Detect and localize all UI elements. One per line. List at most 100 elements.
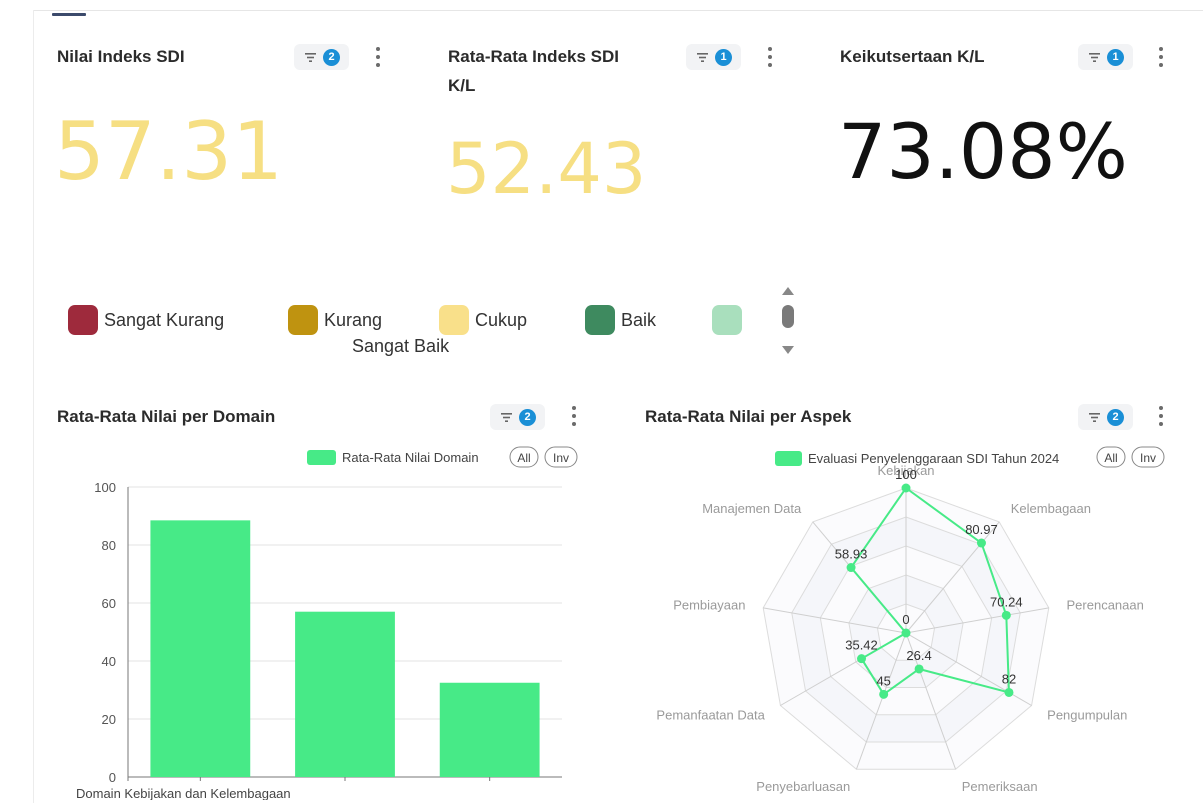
- radar-value-label: 100: [895, 467, 917, 482]
- legend-inv-button[interactable]: Inv: [544, 446, 578, 468]
- legend-item-sangat-kurang[interactable]: Sangat Kurang: [68, 305, 224, 335]
- more-options-icon[interactable]: [571, 406, 577, 426]
- card-title-rata-rata-line1: Rata-Rata Indeks SDI: [448, 47, 619, 66]
- svg-text:All: All: [1104, 451, 1117, 465]
- top-divider: [34, 10, 1203, 11]
- radar-axis-label: Pengumpulan: [1047, 708, 1127, 723]
- radar-point[interactable]: [879, 689, 889, 699]
- legend-swatch: [712, 305, 742, 335]
- legend-inv-button[interactable]: Inv: [1131, 446, 1165, 468]
- legend-item-sangat-baik-label[interactable]: Sangat Baik: [352, 336, 449, 357]
- filter-count-badge: 1: [1107, 48, 1124, 66]
- legend-all-button[interactable]: All: [509, 446, 539, 468]
- radar-axis-label: Manajemen Data: [702, 501, 802, 516]
- filter-icon: [1089, 412, 1100, 422]
- filter-button-card2[interactable]: 1: [686, 44, 741, 70]
- radar-point[interactable]: [1004, 687, 1014, 697]
- svg-text:Inv: Inv: [1140, 451, 1156, 465]
- legend-label: Cukup: [475, 309, 528, 330]
- legend-all-button[interactable]: All: [1096, 446, 1126, 468]
- filter-button-aspek[interactable]: 2: [1078, 404, 1133, 430]
- legend-item-baik[interactable]: Baik: [585, 305, 656, 335]
- more-options-icon[interactable]: [767, 47, 773, 67]
- bar[interactable]: [439, 682, 540, 777]
- bar[interactable]: [295, 611, 395, 777]
- bar-legend[interactable]: Rata-Rata Nilai Domain All Inv: [307, 446, 578, 468]
- legend-item-cukup[interactable]: Cukup: [439, 305, 527, 335]
- filter-button-card3[interactable]: 1: [1078, 44, 1133, 70]
- y-tick-label: 80: [102, 538, 116, 553]
- legend-label: Sangat Baik: [352, 336, 450, 356]
- radar-value-label: 58.93: [835, 547, 868, 562]
- radar-value-label: 0: [902, 612, 909, 627]
- scroll-thumb[interactable]: [782, 305, 794, 328]
- svg-text:Inv: Inv: [553, 451, 569, 465]
- filter-icon: [305, 52, 316, 62]
- radar-point[interactable]: [901, 483, 911, 493]
- filter-count-badge: 2: [1107, 408, 1124, 426]
- card-title-nilai-indeks: Nilai Indeks SDI: [57, 47, 185, 66]
- card-value-keikutsertaan: 73.08%: [838, 107, 1128, 196]
- radar-axis-label: Pembiayaan: [673, 598, 745, 613]
- legend-swatch: [439, 305, 469, 335]
- legend-swatch: [775, 451, 802, 466]
- radar-axis-label: Pemanfaatan Data: [656, 708, 765, 723]
- filter-count-badge: 1: [715, 48, 732, 66]
- legend-scroll-control[interactable]: [779, 284, 797, 358]
- legend-swatch: [68, 305, 98, 335]
- radar-point[interactable]: [901, 628, 911, 638]
- legend-label: Evaluasi Penyelenggaraan SDI Tahun 2024: [808, 451, 1059, 466]
- active-tab-indicator: [52, 13, 86, 16]
- legend-label: Rata-Rata Nilai Domain: [342, 450, 479, 465]
- radar-axis-label: Penyebarluasan: [756, 779, 850, 794]
- card-title-keikutsertaan: Keikutsertaan K/L: [840, 47, 985, 66]
- radar-point[interactable]: [1001, 610, 1011, 620]
- radar-axis-label: Kelembagaan: [1011, 501, 1091, 516]
- filter-button-card1[interactable]: 2: [294, 44, 349, 70]
- y-tick-label: 40: [102, 654, 116, 669]
- legend-label: Baik: [621, 309, 657, 330]
- legend-swatch: [585, 305, 615, 335]
- radar-point[interactable]: [857, 654, 867, 664]
- radar-value-label: 80.97: [965, 522, 998, 537]
- scroll-up-icon[interactable]: [782, 287, 794, 295]
- radar-value-label: 82: [1002, 671, 1016, 686]
- y-tick-label: 0: [109, 770, 116, 785]
- radar-value-label: 70.24: [990, 594, 1023, 609]
- legend-item-sangat-baik-swatch[interactable]: [712, 305, 748, 335]
- radar-value-label: 35.42: [845, 638, 878, 653]
- radar-value-label: 26.4: [906, 648, 931, 663]
- y-tick-label: 20: [102, 712, 116, 727]
- legend-item-kurang[interactable]: Kurang: [288, 305, 382, 335]
- radar-point[interactable]: [914, 664, 924, 674]
- radar-point[interactable]: [846, 563, 856, 573]
- card-title-rata-rata-line2: K/L: [448, 76, 476, 95]
- filter-icon: [697, 52, 708, 62]
- bar[interactable]: [150, 520, 251, 777]
- radar-point[interactable]: [976, 538, 986, 548]
- filter-count-badge: 2: [323, 48, 340, 66]
- radar-value-label: 45: [876, 673, 890, 688]
- bar-chart-domain: Rata-Rata Nilai Domain All Inv 0 20 40 60 80…: [76, 446, 578, 800]
- panel-title-aspek: Rata-Rata Nilai per Aspek: [645, 407, 852, 426]
- card-value-nilai-indeks: 57.31: [54, 105, 284, 198]
- scroll-down-icon[interactable]: [782, 346, 794, 354]
- card-value-rata-rata: 52.43: [446, 128, 647, 210]
- filter-button-domain[interactable]: 2: [490, 404, 545, 430]
- y-tick-label: 100: [94, 480, 116, 495]
- radar-legend[interactable]: Evaluasi Penyelenggaraan SDI Tahun 2024 …: [775, 446, 1165, 468]
- legend-label: Sangat Kurang: [104, 309, 225, 330]
- more-options-icon[interactable]: [1158, 406, 1164, 426]
- more-options-icon[interactable]: [1158, 47, 1164, 67]
- panel-title-domain: Rata-Rata Nilai per Domain: [57, 407, 276, 426]
- svg-text:All: All: [517, 451, 530, 465]
- radar-chart-aspek: KebijakanKelembagaanPerencanaanPengumpul…: [656, 446, 1165, 794]
- filter-icon: [1089, 52, 1100, 62]
- filter-icon: [501, 412, 512, 422]
- more-options-icon[interactable]: [375, 47, 381, 67]
- radar-axis-label: Pemeriksaan: [962, 779, 1038, 794]
- x-tick-label: Domain Kebijakan dan Kelembagaan: [76, 786, 291, 800]
- filter-count-badge: 2: [519, 408, 536, 426]
- legend-swatch: [307, 450, 336, 465]
- legend-swatch: [288, 305, 318, 335]
